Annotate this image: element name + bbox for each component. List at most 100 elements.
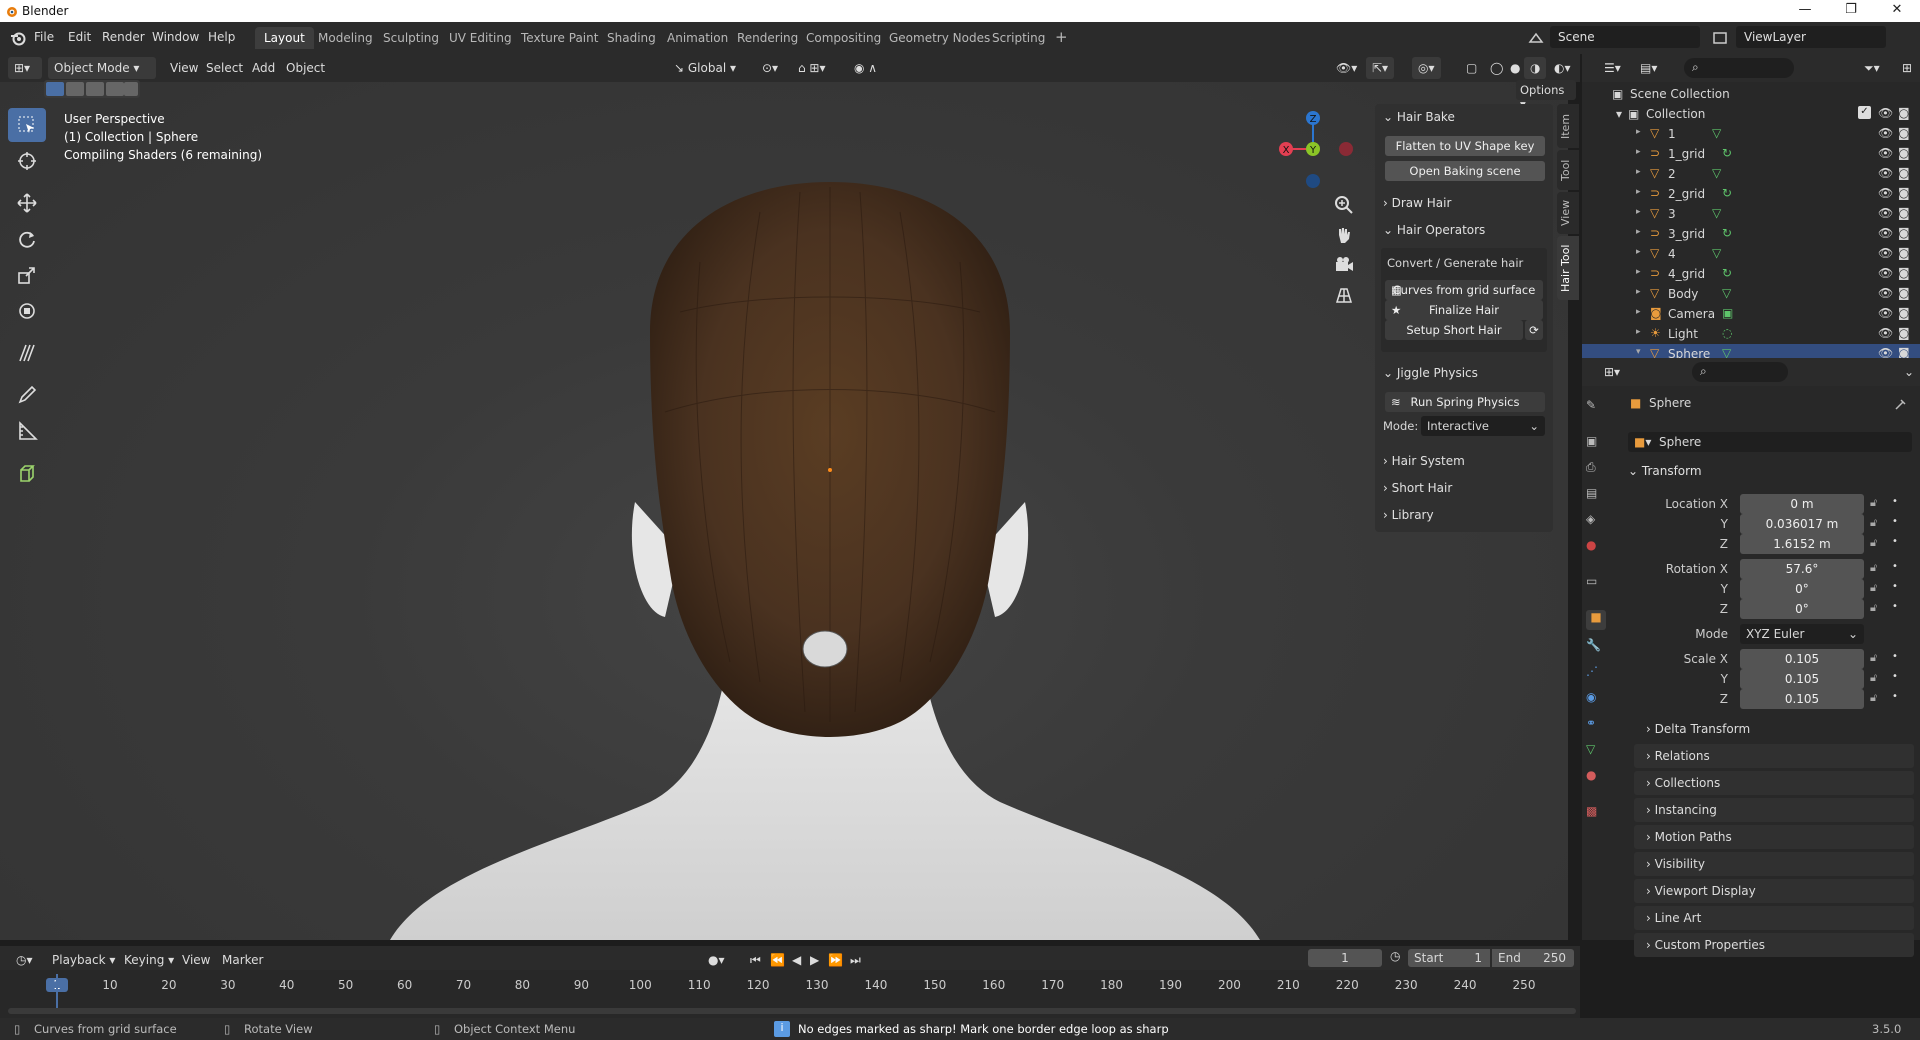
scene-selector[interactable]: Scene	[1550, 26, 1700, 48]
section-line-art[interactable]: › Line Art	[1634, 906, 1914, 930]
expand-arrow-icon[interactable]: ▸	[1636, 287, 1641, 297]
outliner-row[interactable]: ▸ ▽ 3 ▽ 👁 ◙	[1582, 204, 1920, 224]
3d-viewport[interactable]: Z X Y	[0, 82, 1568, 940]
render-camera-icon[interactable]: ◙	[1898, 226, 1910, 240]
camera-data-icon[interactable]: ▣	[1722, 306, 1733, 320]
hair-bake-header[interactable]: ⌄ Hair Bake	[1383, 110, 1455, 124]
overlay-toggle-button[interactable]: ◎▾	[1412, 57, 1441, 79]
outliner-row[interactable]: ▸ ◙ Camera ▣ 👁 ◙	[1582, 304, 1920, 324]
render-camera-icon[interactable]: ◙	[1898, 206, 1910, 220]
render-camera-icon[interactable]: ◙	[1898, 246, 1910, 260]
mesh-data-icon[interactable]: ▽	[1712, 206, 1721, 220]
output-properties-icon[interactable]: ⎙	[1586, 460, 1606, 480]
rotate-tool[interactable]	[8, 222, 46, 256]
object-properties-icon[interactable]: ■	[1586, 610, 1606, 630]
curve-data-icon[interactable]: ↻	[1722, 266, 1732, 280]
select-intersect-icon[interactable]	[124, 82, 138, 96]
select-extend-icon[interactable]	[66, 82, 84, 96]
expand-arrow-icon[interactable]: ▸	[1636, 247, 1641, 257]
visibility-eye-icon[interactable]: 👁	[1878, 326, 1893, 340]
visibility-eye-icon[interactable]: 👁	[1878, 206, 1893, 220]
curve-data-icon[interactable]: ↻	[1722, 226, 1732, 240]
rotation-z-field[interactable]: 0°	[1740, 599, 1864, 619]
properties-editor-type-button[interactable]: ⊞▾	[1598, 361, 1626, 383]
curve-data-icon[interactable]: ↻	[1722, 186, 1732, 200]
location-x-field[interactable]: 0 m	[1740, 494, 1864, 514]
xray-toggle-button[interactable]: ▢	[1460, 57, 1483, 79]
section-relations[interactable]: › Relations	[1634, 744, 1914, 768]
cursor-tool[interactable]	[8, 144, 46, 178]
expand-arrow-icon[interactable]: ▾	[1636, 347, 1641, 357]
transform-orientation-selector[interactable]: ↘ Global ▾	[668, 57, 742, 79]
tab-tool[interactable]: Tool	[1557, 150, 1579, 190]
tab-hair-tool[interactable]: Hair Tool	[1557, 236, 1579, 300]
timeline-scrollbar[interactable]	[8, 1008, 1576, 1014]
expand-arrow-icon[interactable]: ▸	[1636, 187, 1641, 197]
gizmo-toggle-button[interactable]: ⇱▾	[1366, 57, 1395, 79]
visibility-eye-icon[interactable]: 👁	[1878, 306, 1893, 320]
current-frame-field[interactable]: 1	[1308, 949, 1382, 967]
scale-tool[interactable]	[8, 258, 46, 292]
render-camera-icon[interactable]: ◙	[1898, 266, 1910, 280]
outliner-item-name[interactable]: 1	[1668, 127, 1676, 141]
collection-properties-icon[interactable]: ▭	[1586, 574, 1606, 594]
select-mode-buttons[interactable]	[44, 80, 140, 98]
outliner-row[interactable]: ▸ ▽ Body ▽ 👁 ◙	[1582, 284, 1920, 304]
expand-arrow-icon[interactable]: ▸	[1636, 167, 1641, 177]
tab-shading[interactable]: Shading	[598, 27, 665, 49]
visibility-eye-icon[interactable]: 👁	[1878, 106, 1893, 120]
location-z-field[interactable]: 1.6152 m	[1740, 534, 1864, 554]
rotation-y-field[interactable]: 0°	[1740, 579, 1864, 599]
timeline[interactable]: 1102030405060708090100110120130140150160…	[0, 970, 1580, 1018]
outliner-search-input[interactable]: ⌕	[1684, 58, 1794, 78]
visibility-eye-icon[interactable]: 👁	[1878, 186, 1893, 200]
refresh-icon[interactable]: ⟳	[1525, 320, 1543, 340]
mode-selector[interactable]: Object Mode ▾	[48, 57, 156, 79]
render-camera-icon[interactable]: ◙	[1898, 186, 1910, 200]
camera-view-icon[interactable]	[1333, 254, 1355, 276]
outliner-item-name[interactable]: 2_grid	[1668, 187, 1705, 201]
keyframe-dot-icon[interactable]: •	[1892, 671, 1898, 682]
render-camera-icon[interactable]: ◙	[1898, 146, 1910, 160]
end-frame-field[interactable]: End 250	[1492, 949, 1574, 967]
keyframe-dot-icon[interactable]: •	[1892, 496, 1898, 507]
world-properties-icon[interactable]: ●	[1586, 538, 1606, 558]
editor-type-button[interactable]: ⊞▾	[8, 57, 42, 79]
render-camera-icon[interactable]: ◙	[1898, 286, 1910, 300]
section-visibility[interactable]: › Visibility	[1634, 852, 1914, 876]
keyframe-dot-icon[interactable]: •	[1892, 691, 1898, 702]
options-dropdown[interactable]: Options ▾	[1516, 80, 1576, 111]
lock-icon[interactable]: 🔓︎	[1870, 691, 1877, 705]
tab-geometry-nodes[interactable]: Geometry Nodes	[880, 27, 999, 49]
scale-x-field[interactable]: 0.105	[1740, 649, 1864, 669]
keyframe-dot-icon[interactable]: •	[1892, 561, 1898, 572]
start-frame-field[interactable]: Start 1	[1408, 949, 1490, 967]
outliner-item-name[interactable]: Light	[1668, 327, 1698, 341]
outliner-row[interactable]: ▸ ▽ 1 ▽ 👁 ◙	[1582, 124, 1920, 144]
keying-menu[interactable]: Keying ▾	[118, 949, 180, 971]
restore-button[interactable]: ❐	[1828, 2, 1874, 20]
proportional-edit-button[interactable]: ◉ ∧	[848, 57, 883, 79]
outliner-item-name[interactable]: 1_grid	[1668, 147, 1705, 161]
properties-options-icon[interactable]: ⌄	[1898, 361, 1920, 383]
view-layer-properties-icon[interactable]: ▤	[1586, 486, 1606, 506]
lock-icon[interactable]: 🔓︎	[1870, 536, 1877, 550]
hair-operators-header[interactable]: ⌄ Hair Operators	[1383, 223, 1485, 237]
tool-properties-icon[interactable]: ✎	[1586, 398, 1606, 418]
zoom-icon[interactable]	[1333, 194, 1355, 216]
close-button[interactable]: ✕	[1874, 2, 1920, 20]
blender-menu-icon[interactable]	[10, 30, 26, 46]
mesh-data-icon[interactable]: ▽	[1712, 246, 1721, 260]
rotation-x-field[interactable]: 57.6°	[1740, 559, 1864, 579]
flatten-uv-shape-key-button[interactable]: Flatten to UV Shape key	[1385, 136, 1545, 156]
expand-arrow-icon[interactable]: ▸	[1636, 327, 1641, 337]
expand-arrow-icon[interactable]: ▸	[1636, 307, 1641, 317]
render-camera-icon[interactable]: ◙	[1898, 126, 1910, 140]
section-motion-paths[interactable]: › Motion Paths	[1634, 825, 1914, 849]
add-menu[interactable]: Add	[246, 57, 281, 79]
particle-properties-icon[interactable]: ⋰	[1586, 664, 1606, 684]
outliner-row[interactable]: ▸ ⊃ 1_grid ↻ 👁 ◙	[1582, 144, 1920, 164]
menu-render[interactable]: Render	[102, 30, 145, 44]
hair-system-header[interactable]: › Hair System	[1383, 454, 1465, 468]
short-hair-header[interactable]: › Short Hair	[1383, 481, 1452, 495]
